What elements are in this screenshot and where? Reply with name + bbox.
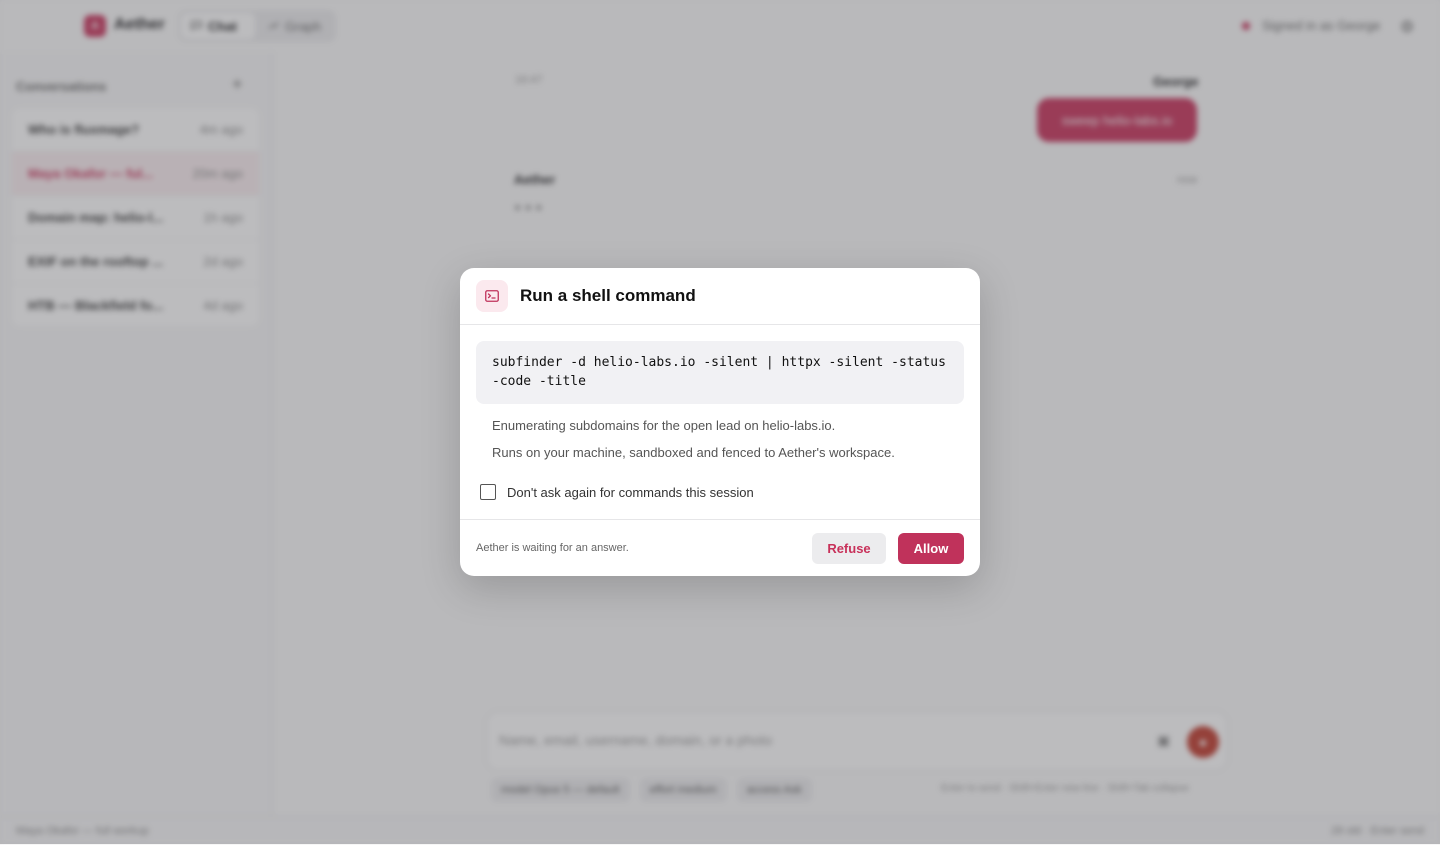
command-text: subfinder -d helio-labs.io -silent | htt… bbox=[492, 355, 946, 389]
refuse-button[interactable]: Refuse bbox=[812, 533, 886, 564]
dont-ask-again-row[interactable]: Don't ask again for commands this sessio… bbox=[480, 484, 754, 500]
dont-ask-again-checkbox[interactable] bbox=[480, 484, 496, 500]
command-box: subfinder -d helio-labs.io -silent | htt… bbox=[476, 341, 964, 404]
dialog-footer: Aether is waiting for an answer. Refuse … bbox=[460, 519, 980, 576]
allow-button[interactable]: Allow bbox=[898, 533, 964, 564]
dialog-title: Run a shell command bbox=[520, 286, 696, 305]
sandbox-note: Runs on your machine, sandboxed and fenc… bbox=[492, 445, 895, 460]
waiting-text: Aether is waiting for an answer. bbox=[476, 542, 629, 554]
shell-command-dialog: Run a shell command subfinder -d helio-l… bbox=[460, 268, 980, 576]
terminal-icon bbox=[476, 280, 508, 312]
dialog-header: Run a shell command bbox=[460, 268, 980, 325]
command-description: Enumerating subdomains for the open lead… bbox=[492, 418, 836, 433]
dont-ask-again-label[interactable]: Don't ask again for commands this sessio… bbox=[507, 485, 754, 500]
